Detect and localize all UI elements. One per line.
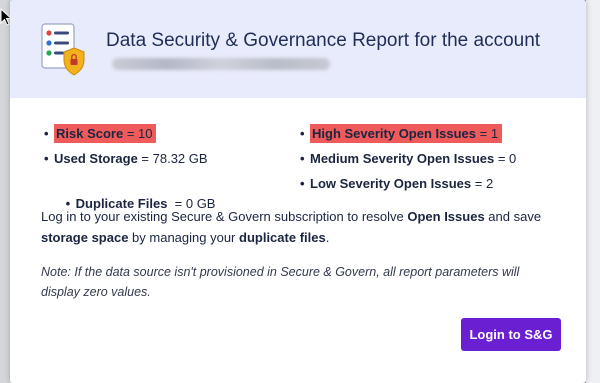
dialog-title-text: Data Security & Governance Report for th… (106, 30, 541, 51)
high-severity-highlight: High Severity Open Issues = 1 (310, 124, 503, 143)
resolve-instructions: Log in to your existing Secure & Govern … (41, 206, 551, 248)
bullet: • (44, 126, 49, 141)
message-text: . (325, 230, 330, 245)
stat-used-storage: • Used Storage = 78.32 GB (44, 149, 208, 169)
message-emphasis: storage space (41, 230, 129, 245)
stat-low-severity: • Low Severity Open Issues = 2 (300, 174, 493, 194)
dialog-header: Data Security & Governance Report for th… (10, 0, 586, 98)
bullet: • (44, 151, 49, 166)
dialog-title: Data Security & Governance Report for th… (106, 29, 566, 75)
backdrop-right (586, 0, 600, 383)
stat-high-severity: • High Severity Open Issues = 1 (300, 124, 503, 144)
risk-score-highlight: Risk Score = 10 (54, 124, 157, 143)
stat-value: = 78.32 GB (137, 151, 208, 166)
account-name-redacted (112, 57, 330, 70)
bullet: • (300, 151, 305, 166)
stat-risk-score: • Risk Score = 10 (44, 124, 157, 144)
stat-label: Medium Severity Open Issues (310, 151, 495, 166)
stat-label: High Severity Open Issues (312, 126, 477, 141)
message-emphasis: duplicate files (239, 230, 326, 245)
stat-value: = 10 (123, 126, 153, 141)
stat-duplicate-files: • Duplicate Files = 0 GB (44, 174, 216, 211)
stat-label: Low Severity Open Issues (310, 176, 472, 191)
bullet: • (300, 126, 305, 141)
stat-value: = 0 (494, 151, 517, 166)
message-text: Log in to your existing Secure & Govern … (41, 209, 408, 224)
stat-medium-severity: • Medium Severity Open Issues = 0 (300, 149, 516, 169)
stat-value: = 1 (476, 126, 499, 141)
report-shield-icon (41, 23, 85, 76)
provisioning-note: Note: If the data source isn't provision… (41, 265, 520, 299)
bullet: • (300, 176, 305, 191)
stat-label: Used Storage (54, 151, 138, 166)
message-text: and save (484, 209, 542, 224)
message-text: by managing your (128, 230, 240, 245)
stat-label: Risk Score (56, 126, 124, 141)
login-button[interactable]: Login to S&G (461, 318, 561, 351)
message-emphasis: Open Issues (407, 209, 485, 224)
report-dialog: Data Security & Governance Report for th… (10, 0, 586, 383)
stat-value: = 2 (471, 176, 494, 191)
